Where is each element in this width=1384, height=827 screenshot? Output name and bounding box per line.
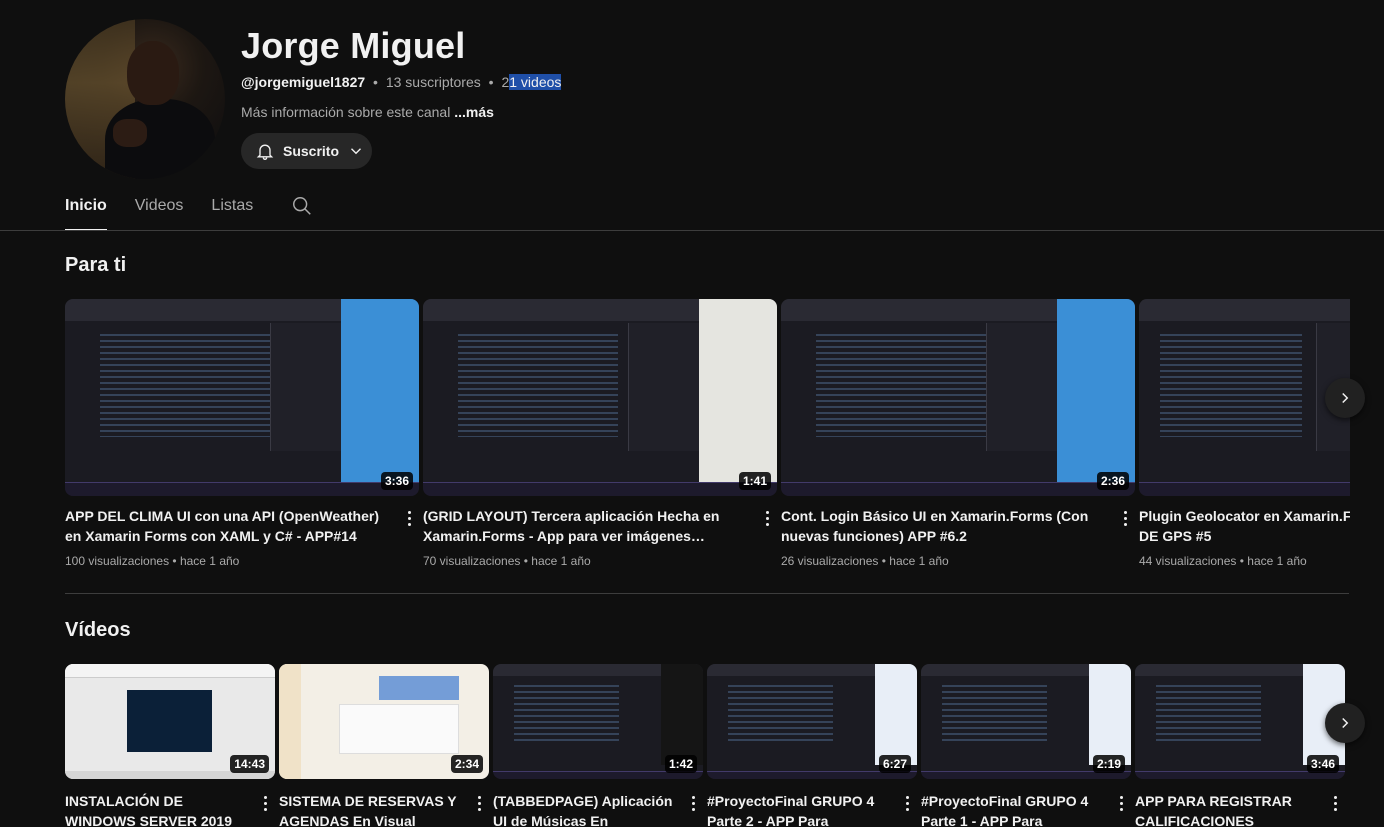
video-title[interactable]: #ProyectoFinal GRUPO 4 Parte 2 - APP Par…: [707, 791, 893, 827]
video-title[interactable]: #ProyectoFinal GRUPO 4 Parte 1 - APP Par…: [921, 791, 1107, 827]
video-meta: 26 visualizaciones • hace 1 año: [781, 554, 949, 568]
video-meta: 44 visualizaciones • hace 1 año: [1139, 554, 1307, 568]
shelf-next-button[interactable]: [1325, 378, 1365, 418]
subscriber-count: 13 suscriptores: [385, 74, 481, 90]
video-title[interactable]: APP PARA REGISTRAR CALIFICACIONES (Conec…: [1135, 791, 1321, 827]
video-thumbnail[interactable]: 1:41: [423, 299, 777, 496]
chevron-down-icon: [351, 148, 361, 155]
video-duration: 2:34: [450, 755, 483, 773]
about-more-link[interactable]: ...más: [454, 104, 494, 120]
channel-tabs: Inicio Videos Listas: [65, 189, 253, 231]
video-duration: 3:36: [380, 472, 413, 490]
about-text: Más información sobre este canal: [241, 104, 451, 120]
more-vert-icon[interactable]: [1111, 791, 1131, 815]
video-title[interactable]: Cont. Login Básico UI en Xamarin.Forms (…: [781, 506, 1111, 546]
video-card[interactable]: 3:36 APP DEL CLIMA UI con una API (OpenW…: [65, 299, 419, 568]
video-duration: 3:46: [1306, 755, 1339, 773]
video-thumbnail[interactable]: 3:36: [65, 299, 419, 496]
video-count: 21 videos: [501, 74, 562, 90]
video-title[interactable]: (GRID LAYOUT) Tercera aplicación Hecha e…: [423, 506, 753, 546]
video-duration: 1:41: [738, 472, 771, 490]
more-vert-icon[interactable]: [897, 791, 917, 815]
shelf-next-button[interactable]: [1325, 703, 1365, 743]
video-card[interactable]: 14:43 INSTALACIÓN DE WINDOWS SERVER 2019…: [65, 664, 275, 827]
for-you-row: 3:36 APP DEL CLIMA UI con una API (OpenW…: [65, 299, 1350, 568]
video-title[interactable]: SISTEMA DE RESERVAS Y AGENDAS En Visual …: [279, 791, 465, 827]
tab-inicio[interactable]: Inicio: [65, 189, 107, 231]
video-thumbnail[interactable]: 1:42: [493, 664, 703, 779]
chevron-right-icon: [1342, 392, 1349, 404]
videos-row: 14:43 INSTALACIÓN DE WINDOWS SERVER 2019…: [65, 664, 1345, 827]
tab-videos[interactable]: Videos: [135, 189, 184, 231]
more-vert-icon[interactable]: [469, 791, 489, 815]
channel-name: Jorge Miguel: [241, 25, 466, 66]
channel-avatar[interactable]: [65, 19, 225, 179]
video-thumbnail[interactable]: 6:27: [707, 664, 917, 779]
tabs-divider: [0, 230, 1384, 231]
search-icon[interactable]: [291, 195, 313, 217]
video-thumbnail[interactable]: 2:34: [279, 664, 489, 779]
video-thumbnail[interactable]: 2:36: [781, 299, 1135, 496]
subscribed-button[interactable]: Suscrito: [241, 133, 372, 169]
video-duration: 14:43: [230, 755, 269, 773]
tab-listas[interactable]: Listas: [211, 189, 253, 231]
channel-meta: @jorgemiguel1827 • 13 suscriptores • 21 …: [241, 74, 562, 90]
video-card[interactable]: 6:27 #ProyectoFinal GRUPO 4 Parte 2 - AP…: [707, 664, 917, 827]
video-title[interactable]: APP DEL CLIMA UI con una API (OpenWeathe…: [65, 506, 395, 546]
video-card[interactable]: 3:46 APP PARA REGISTRAR CALIFICACIONES (…: [1135, 664, 1345, 827]
video-meta: 70 visualizaciones • hace 1 año: [423, 554, 591, 568]
video-thumbnail[interactable]: 2:19: [921, 664, 1131, 779]
video-duration: 1:42: [664, 755, 697, 773]
more-vert-icon[interactable]: [683, 791, 703, 815]
video-title[interactable]: Plugin Geolocator en Xamarin.Forms DE GP…: [1139, 506, 1350, 546]
more-vert-icon[interactable]: [255, 791, 275, 815]
video-duration: 2:36: [1096, 472, 1129, 490]
video-meta: 100 visualizaciones • hace 1 año: [65, 554, 240, 568]
video-card[interactable]: 2:36 Cont. Login Básico UI en Xamarin.Fo…: [781, 299, 1135, 568]
chevron-right-icon: [1342, 717, 1349, 729]
subscribed-label: Suscrito: [283, 143, 340, 159]
video-duration: 2:19: [1092, 755, 1125, 773]
more-vert-icon[interactable]: [1115, 506, 1135, 530]
about-channel-link[interactable]: Más información sobre este canal ...más: [241, 104, 494, 120]
separator-dot: •: [488, 74, 494, 90]
for-you-title: Para ti: [65, 254, 127, 276]
more-vert-icon[interactable]: [757, 506, 777, 530]
video-thumbnail[interactable]: [1139, 299, 1350, 496]
video-thumbnail[interactable]: 3:46: [1135, 664, 1345, 779]
channel-handle: @jorgemiguel1827: [241, 74, 366, 90]
video-card[interactable]: 2:19 #ProyectoFinal GRUPO 4 Parte 1 - AP…: [921, 664, 1131, 827]
videos-shelf-title: Vídeos: [65, 619, 131, 641]
video-card[interactable]: 2:34 SISTEMA DE RESERVAS Y AGENDAS En Vi…: [279, 664, 489, 827]
shelf-divider: [65, 593, 1349, 594]
video-card[interactable]: 1:41 (GRID LAYOUT) Tercera aplicación He…: [423, 299, 777, 568]
more-vert-icon[interactable]: [1325, 791, 1345, 815]
video-count-selection: 1 videos: [509, 74, 562, 90]
video-duration: 6:27: [878, 755, 911, 773]
video-thumbnail[interactable]: 14:43: [65, 664, 275, 779]
video-title[interactable]: INSTALACIÓN DE WINDOWS SERVER 2019 EN…: [65, 791, 251, 827]
video-title[interactable]: (TABBEDPAGE) Aplicación UI de Músicas En…: [493, 791, 679, 827]
bell-icon: [256, 144, 274, 160]
more-vert-icon[interactable]: [399, 506, 419, 530]
video-card[interactable]: 1:42 (TABBEDPAGE) Aplicación UI de Músic…: [493, 664, 703, 827]
video-card[interactable]: Plugin Geolocator en Xamarin.Forms DE GP…: [1139, 299, 1350, 568]
separator-dot: •: [373, 74, 378, 90]
